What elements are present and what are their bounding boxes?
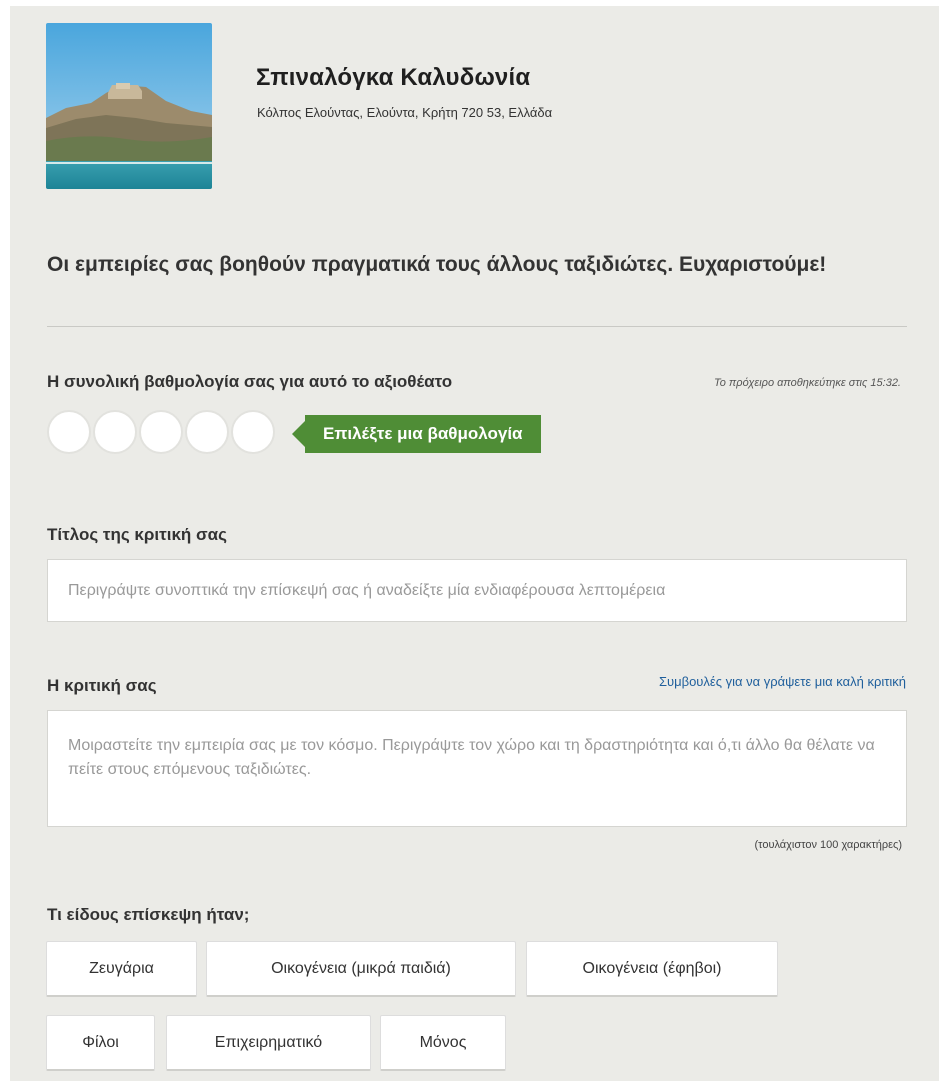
review-title-label: Τίτλος της κριτική σας bbox=[47, 525, 227, 544]
trip-type-label: Τι είδους επίσκεψη ήταν; bbox=[47, 905, 250, 924]
rating-bubble-2[interactable] bbox=[93, 410, 137, 454]
review-form-panel: Σπιναλόγκα Καλυδωνία Κόλπος Ελούντας, Ελ… bbox=[10, 6, 939, 1081]
trip-type-couples-button[interactable]: Ζευγάρια bbox=[46, 941, 197, 997]
trip-type-family-young-button[interactable]: Οικογένεια (μικρά παιδιά) bbox=[206, 941, 516, 997]
rating-bubble-4[interactable] bbox=[185, 410, 229, 454]
trip-type-solo-button[interactable]: Μόνος bbox=[380, 1015, 506, 1071]
rating-bubble-1[interactable] bbox=[47, 410, 91, 454]
trip-type-family-teens-button[interactable]: Οικογένεια (έφηβοι) bbox=[526, 941, 778, 997]
draft-saved-note: Το πρόχειρο αποθηκεύτηκε στις 15:32. bbox=[714, 377, 901, 389]
thanks-message: Οι εμπειρίες σας βοηθούν πραγματικά τους… bbox=[47, 253, 827, 276]
rating-bubble-3[interactable] bbox=[139, 410, 183, 454]
rating-bubble-5[interactable] bbox=[231, 410, 275, 454]
review-body-label: Η κριτική σας bbox=[47, 676, 157, 695]
review-body-textarea[interactable]: Μοιραστείτε την εμπειρία σας με τον κόσμ… bbox=[47, 710, 907, 827]
fortress-island-photo bbox=[46, 23, 212, 189]
min-chars-note: (τουλάχιστον 100 χαρακτήρες) bbox=[754, 839, 902, 851]
trip-type-business-button[interactable]: Επιχειρηματικό bbox=[166, 1015, 371, 1071]
place-name: Σπιναλόγκα Καλυδωνία bbox=[256, 64, 531, 91]
review-tips-link[interactable]: Συμβουλές για να γράψετε μια καλή κριτικ… bbox=[659, 674, 906, 689]
callout-arrow-icon bbox=[292, 421, 305, 447]
place-photo[interactable] bbox=[46, 23, 212, 189]
rating-prompt-callout: Επιλέξτε μια βαθμολογία bbox=[292, 415, 541, 453]
place-address: Κόλπος Ελούντας, Ελούντα, Κρήτη 720 53, … bbox=[257, 105, 553, 120]
divider bbox=[47, 326, 907, 327]
overall-rating-label: Η συνολική βαθμολογία σας για αυτό το αξ… bbox=[47, 372, 453, 391]
trip-type-friends-button[interactable]: Φίλοι bbox=[46, 1015, 155, 1071]
rating-bubbles bbox=[47, 410, 275, 454]
review-title-input[interactable]: Περιγράψτε συνοπτικά την επίσκεψή σας ή … bbox=[47, 559, 907, 622]
rating-prompt-text: Επιλέξτε μια βαθμολογία bbox=[305, 415, 541, 453]
